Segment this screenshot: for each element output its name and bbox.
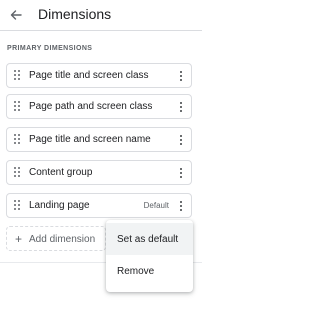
menu-item-label: Remove	[117, 266, 155, 277]
more-vert-icon[interactable]	[176, 200, 186, 212]
dimension-item[interactable]: Content group	[6, 160, 192, 185]
more-vert-icon[interactable]	[176, 167, 186, 179]
dimension-label: Page title and screen name	[29, 134, 151, 145]
plus-icon: +	[15, 232, 23, 246]
add-dimension-button[interactable]: + Add dimension	[6, 226, 106, 251]
panel-header: Dimensions	[0, 0, 202, 30]
menu-item-remove[interactable]: Remove	[106, 255, 193, 287]
more-vert-icon[interactable]	[176, 101, 186, 113]
drag-handle-icon[interactable]	[14, 200, 20, 211]
drag-handle-icon[interactable]	[14, 101, 20, 112]
more-vert-icon[interactable]	[176, 134, 186, 146]
dimension-item[interactable]: Landing page Default	[6, 193, 192, 218]
dimension-item[interactable]: Page title and screen name	[6, 127, 192, 152]
menu-item-label: Set as default	[117, 234, 179, 245]
drag-handle-icon[interactable]	[14, 70, 20, 81]
page-title: Dimensions	[38, 6, 112, 22]
dimension-item[interactable]: Page path and screen class	[6, 94, 192, 119]
add-dimension-label: Add dimension	[29, 234, 96, 245]
dimension-label: Page path and screen class	[29, 101, 153, 112]
dimension-label: Page title and screen class	[29, 70, 149, 81]
section-label: PRIMARY DIMENSIONS	[7, 45, 93, 52]
dimension-item[interactable]: Page title and screen class	[6, 63, 192, 88]
context-menu: Set as default Remove	[106, 220, 193, 292]
arrow-left-icon[interactable]	[9, 8, 23, 22]
dimension-label: Content group	[29, 167, 93, 178]
drag-handle-icon[interactable]	[14, 134, 20, 145]
menu-item-set-as-default[interactable]: Set as default	[106, 223, 193, 255]
dimension-label: Landing page	[29, 200, 90, 211]
default-badge: Default	[143, 201, 169, 210]
header-divider	[0, 30, 202, 31]
drag-handle-icon[interactable]	[14, 167, 20, 178]
more-vert-icon[interactable]	[176, 70, 186, 82]
